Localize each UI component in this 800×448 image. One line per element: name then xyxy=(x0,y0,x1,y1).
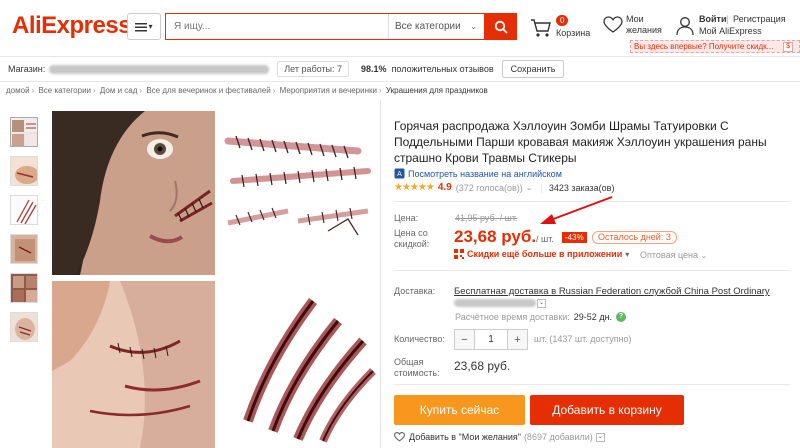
user-icon xyxy=(676,17,694,36)
search-icon xyxy=(494,20,508,34)
original-price: 41,95 руб. / шт. xyxy=(455,213,518,223)
quantity-label: Количество: xyxy=(394,334,445,344)
cart-button[interactable]: 0 Корзина xyxy=(530,12,595,42)
star-rating-icon: ★★★★★ xyxy=(394,182,435,193)
site-header: AliExpress™ ▾ Все категории ⌄ 0 Корзина … xyxy=(0,0,800,54)
app-discount-link[interactable]: Скидки ещё больше в приложении ▾ xyxy=(454,249,629,259)
plus-icon[interactable]: + xyxy=(508,330,527,349)
hamburger-icon xyxy=(135,22,148,31)
discount-price-label: Цена со скидкой: xyxy=(394,228,430,249)
chevron-down-icon: ▾ xyxy=(148,22,153,31)
cart-count-badge: 0 xyxy=(556,15,569,26)
chevron-down-icon: ▾ xyxy=(625,249,630,259)
section-divider xyxy=(394,384,790,385)
breadcrumb-item[interactable]: Мероприятия и вечеринки xyxy=(280,86,377,95)
category-menu-button[interactable]: ▾ xyxy=(127,13,161,40)
chevron-down-icon[interactable]: ⌄ xyxy=(537,298,546,308)
breadcrumb: домой › Все категории › Дом и сад › Все для… xyxy=(6,86,488,95)
discount-badge: -43% xyxy=(562,232,587,243)
positive-feedback-label: положительных отзывов xyxy=(391,64,494,74)
total-price: 23,68 руб. xyxy=(454,359,511,373)
heart-icon xyxy=(394,432,405,442)
quantity-input[interactable]: 1 xyxy=(474,330,508,349)
store-years-badge: Лет работы: 7 xyxy=(277,61,350,77)
chevron-down-icon[interactable]: ⌄ xyxy=(595,432,605,442)
store-name-blurred[interactable] xyxy=(49,64,270,74)
chevron-down-icon: ⌄ xyxy=(470,22,477,31)
svg-text:A: A xyxy=(397,171,402,178)
days-left-badge: Осталось дней: 3 xyxy=(592,231,677,244)
thumbnail[interactable] xyxy=(10,117,38,147)
breadcrumb-item[interactable]: домой xyxy=(6,86,30,95)
positive-feedback-pct: 98.1% xyxy=(361,64,387,74)
breadcrumb-item[interactable]: Все категории xyxy=(38,86,91,95)
thumbnail[interactable] xyxy=(10,273,38,303)
minus-icon[interactable]: − xyxy=(455,330,474,349)
quantity-stepper: − 1 + xyxy=(454,329,528,350)
wholesale-price-dropdown[interactable]: Оптовая цена ⌄ xyxy=(640,250,707,260)
section-divider xyxy=(394,201,790,202)
thumbnail-list xyxy=(10,117,44,351)
store-label: Магазин: xyxy=(8,64,46,74)
wishlist-label-1: Мои xyxy=(626,14,644,24)
search-category-select[interactable]: Все категории ⌄ xyxy=(388,14,483,39)
account-divider: | xyxy=(726,14,729,24)
thumbnail[interactable] xyxy=(10,312,38,342)
buy-now-button[interactable]: Купить сейчас xyxy=(394,395,525,425)
aliexpress-logo[interactable]: AliExpress™ xyxy=(12,12,139,40)
search-button[interactable] xyxy=(484,13,517,40)
translate-icon: A xyxy=(394,168,405,179)
delivery-time-row: Расчётное время доставки: 29-52 дн. ? xyxy=(455,312,627,322)
qr-code-icon xyxy=(454,249,464,259)
thumbnail[interactable] xyxy=(10,156,38,186)
rating-divider: | xyxy=(540,182,543,193)
price-unit: / шт. xyxy=(536,234,554,244)
delivery-label: Доставка: xyxy=(394,286,436,296)
new-user-promo[interactable]: Вы здесь впервые? Получите скидк... $ xyxy=(630,40,800,53)
translate-title-link[interactable]: A Посмотреть название на английском xyxy=(394,168,562,179)
price-label: Цена: xyxy=(394,213,419,223)
sale-price: 23,68 руб. xyxy=(454,227,537,246)
add-to-wishlist-link[interactable]: Добавить в "Мои желания" (8697 добавили)… xyxy=(394,432,605,442)
section-divider xyxy=(394,270,790,271)
cart-label: Корзина xyxy=(556,28,591,38)
total-label: Общая стоимость: xyxy=(394,357,440,378)
column-divider xyxy=(380,100,381,448)
add-to-cart-button[interactable]: Добавить в корзину xyxy=(530,395,684,425)
breadcrumb-item[interactable]: Все для вечеринок и фестивалей xyxy=(146,86,270,95)
breadcrumb-current: Украшения для праздников xyxy=(385,86,488,95)
register-link[interactable]: Регистрация xyxy=(733,14,786,24)
votes-count[interactable]: (372 голоса(ов)) xyxy=(456,183,523,193)
rating-value: 4.9 xyxy=(437,182,452,193)
login-link[interactable]: Войти xyxy=(699,14,726,24)
cart-icon xyxy=(531,19,551,37)
rating-row: ★★★★★ 4.9 (372 голоса(ов)) ⌄ | 3423 зака… xyxy=(394,182,614,193)
product-title: Горячая распродажа Хэллоуин Зомби Шрамы … xyxy=(394,119,767,165)
quantity-available: шт. (1437 шт. доступно) xyxy=(534,334,632,344)
main-product-image[interactable] xyxy=(50,111,380,448)
thumbnail[interactable] xyxy=(10,195,38,225)
shipping-destination-blurred xyxy=(454,299,536,308)
promo-badge: $ xyxy=(783,42,793,52)
thumbnail[interactable] xyxy=(10,234,38,264)
help-icon[interactable]: ? xyxy=(616,312,627,322)
store-bar: Магазин: Лет работы: 7 98.1% положительн… xyxy=(0,56,800,82)
chevron-down-icon: ⌄ xyxy=(700,251,708,260)
delivery-info[interactable]: Бесплатная доставка в Russian Federation… xyxy=(454,286,784,310)
orders-count: 3423 заказа(ов) xyxy=(548,182,615,193)
search-input[interactable] xyxy=(166,14,388,39)
search-bar: Все категории ⌄ xyxy=(165,13,517,40)
chevron-down-icon[interactable]: ⌄ xyxy=(526,183,533,192)
save-store-button[interactable]: Сохранить xyxy=(501,60,565,78)
product-photo xyxy=(50,111,380,448)
wishlist-label-2: желания xyxy=(626,25,662,35)
heart-icon xyxy=(603,16,623,33)
my-aliexpress-link[interactable]: Мой AliExpress xyxy=(699,26,762,36)
breadcrumb-item[interactable]: Дом и сад xyxy=(100,86,138,95)
